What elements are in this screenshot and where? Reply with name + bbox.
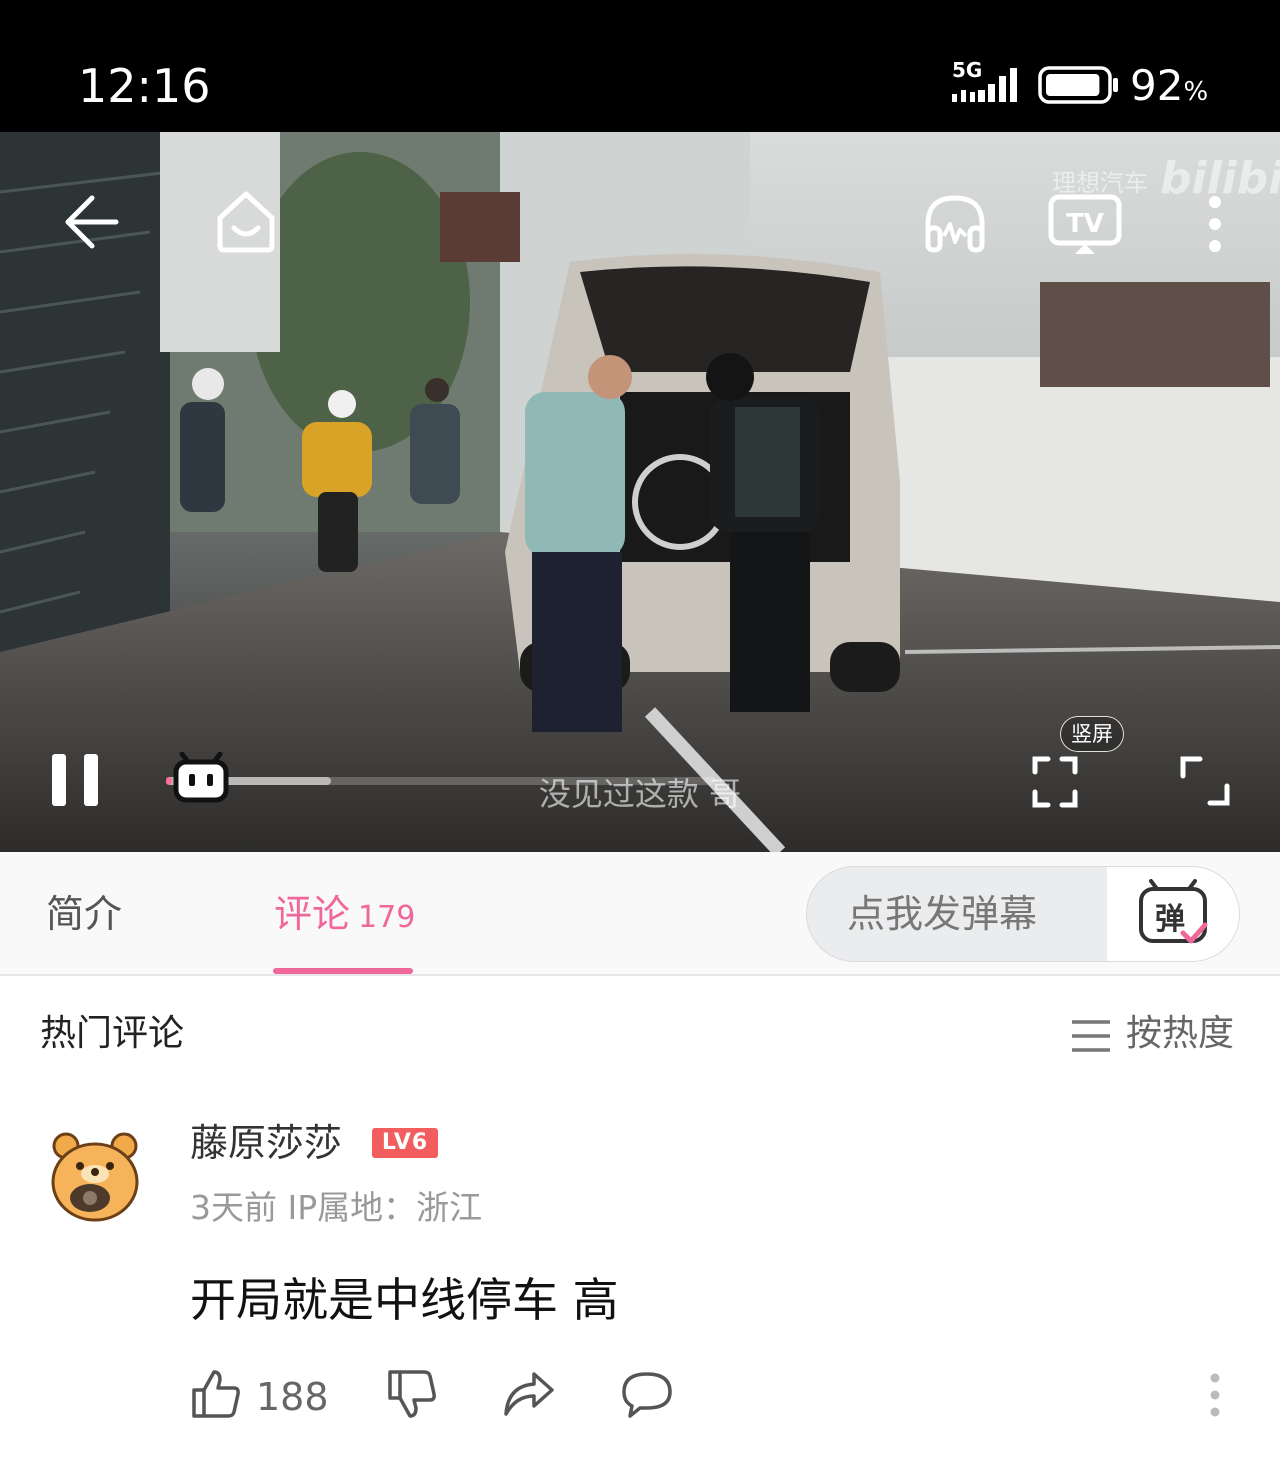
status-time: 12:16: [78, 59, 211, 113]
danmaku-input-box[interactable]: 点我发弹幕 弹: [806, 866, 1240, 962]
video-player[interactable]: 理想汽车 bilibili TV 没见过这款 哥 竖屏: [0, 132, 1280, 852]
pause-icon[interactable]: [50, 752, 100, 808]
fullscreen-vertical-icon[interactable]: [1032, 756, 1078, 808]
hot-comments-title: 热门评论: [40, 1013, 185, 1054]
comment-meta: 3天前 IP属地：浙江: [190, 1188, 483, 1227]
more-vertical-icon[interactable]: [1204, 194, 1226, 254]
back-arrow-icon[interactable]: [62, 194, 120, 250]
tv-mascot-scrubber-icon[interactable]: [172, 752, 230, 804]
dislike-button[interactable]: [386, 1368, 438, 1424]
tv-cast-icon[interactable]: TV: [1048, 194, 1122, 256]
status-bar: 12:16 5G 92%: [0, 0, 1280, 132]
danmaku-input[interactable]: 点我发弹幕: [847, 891, 1037, 937]
vertical-screen-label[interactable]: 竖屏: [1060, 716, 1124, 752]
comment-username[interactable]: 藤原莎莎: [190, 1118, 342, 1168]
comment-text[interactable]: 开局就是中线停车 高: [190, 1270, 619, 1330]
reply-button[interactable]: [620, 1368, 674, 1424]
list-sort-icon: [1072, 1020, 1110, 1052]
sort-label: 按热度: [1126, 1013, 1235, 1054]
tab-active-indicator: [273, 968, 413, 974]
avatar[interactable]: [50, 1128, 140, 1224]
battery-percent-value: 92: [1130, 61, 1184, 110]
signal-5g-icon: 5G: [948, 58, 1026, 104]
level-badge: LV6: [372, 1128, 438, 1158]
comment-more-icon[interactable]: [1202, 1372, 1228, 1422]
like-button[interactable]: [190, 1368, 242, 1424]
share-button[interactable]: [502, 1368, 556, 1424]
fullscreen-icon[interactable]: [1180, 756, 1230, 806]
comment-bubble-icon: [622, 1372, 672, 1418]
like-count: 188: [256, 1375, 329, 1419]
svg-text:TV: TV: [1066, 209, 1104, 239]
home-icon[interactable]: [212, 188, 280, 256]
audio-headphones-icon[interactable]: [922, 190, 988, 256]
danmaku-toggle-icon: 弹: [1139, 879, 1208, 944]
thumbs-down-icon: [388, 1370, 436, 1418]
danmaku-button-glyph: 弹: [1155, 902, 1185, 937]
battery-percent-unit: %: [1183, 77, 1209, 107]
tab-comments-count: 179: [358, 900, 416, 935]
battery-icon: [1038, 66, 1120, 104]
share-icon: [504, 1372, 554, 1416]
tab-intro[interactable]: 简介: [46, 890, 122, 938]
tab-comments-label: 评论: [274, 892, 351, 936]
battery-percent: 92%: [1130, 58, 1208, 120]
danmaku-settings-button[interactable]: 弹: [1107, 867, 1239, 961]
tabs-bar: 简介 评论 179 点我发弹幕 弹: [0, 852, 1280, 976]
progress-bar[interactable]: [166, 777, 716, 785]
thumbs-up-icon: [192, 1370, 240, 1418]
tab-comments[interactable]: 评论 179: [274, 890, 415, 942]
